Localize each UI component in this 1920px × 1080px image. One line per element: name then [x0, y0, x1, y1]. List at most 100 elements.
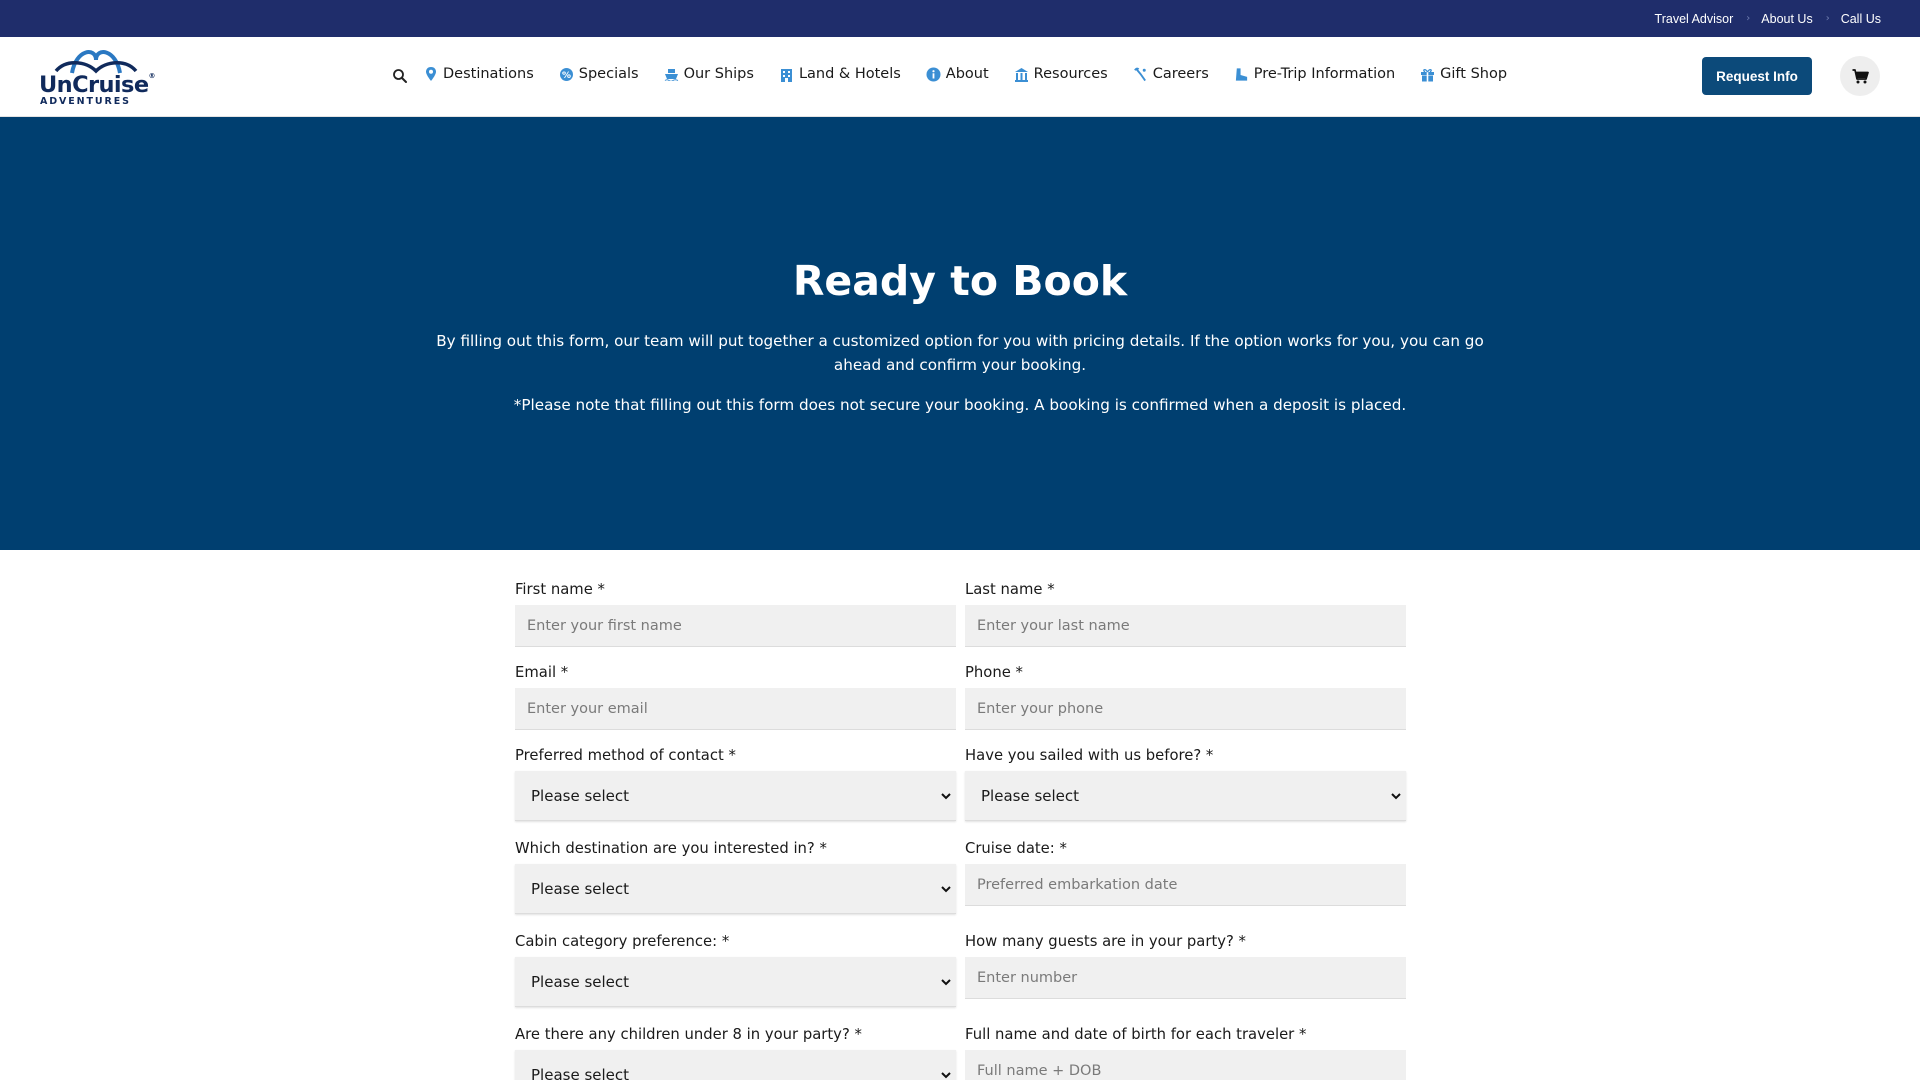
logo-mark-icon — [54, 50, 138, 74]
chevron-down-icon — [941, 1072, 951, 1079]
nav-label-careers: Careers — [1152, 66, 1209, 82]
boot-icon — [1234, 66, 1249, 82]
guests-field: How many guests are in your party? * — [965, 930, 1406, 1007]
children-label: Are there any children under 8 in your p… — [515, 1026, 862, 1043]
destination-label: Which destination are you interested in?… — [515, 840, 827, 857]
children-value: Please select — [531, 1065, 630, 1080]
utility-bar: Travel Advisor › About Us › Call Us — [0, 0, 1920, 37]
last-name-field: Last name * — [965, 578, 1406, 647]
info-icon — [926, 66, 941, 82]
nav-pre-trip-information[interactable]: Pre-Trip Information — [1234, 66, 1395, 82]
nav-resources[interactable]: Resources — [1014, 66, 1108, 82]
nav-label-about: About — [945, 66, 989, 82]
first-name-field: First name * — [515, 578, 956, 647]
sailed-before-field: Have you sailed with us before? * Please… — [965, 744, 1406, 821]
first-name-input[interactable] — [515, 605, 956, 647]
travelers-input[interactable] — [965, 1050, 1406, 1080]
sailed-before-label: Have you sailed with us before? * — [965, 747, 1214, 764]
form-row: Cabin category preference: * Please sele… — [515, 930, 1406, 1007]
guests-input[interactable] — [965, 957, 1406, 999]
nav-land-hotels[interactable]: Land & Hotels — [779, 66, 901, 82]
destination-value: Please select — [531, 879, 630, 898]
gift-icon — [1420, 66, 1435, 82]
travelers-field: Full name and date of birth for each tra… — [965, 1023, 1406, 1080]
sailed-before-value: Please select — [981, 786, 1080, 805]
form-row: Preferred method of contact * Please sel… — [515, 744, 1406, 821]
nav-gift-shop[interactable]: Gift Shop — [1420, 66, 1507, 82]
cart-button[interactable] — [1840, 56, 1880, 96]
site-header: UnCruise® ADVENTURES Destinations % Spec… — [0, 37, 1920, 117]
phone-label: Phone * — [965, 664, 1023, 681]
contact-method-select[interactable]: Please select — [515, 771, 956, 821]
hotel-icon — [779, 66, 794, 82]
form-row: Which destination are you interested in?… — [515, 837, 1406, 914]
nav-destinations[interactable]: Destinations — [423, 66, 534, 82]
nav-label-land-hotels: Land & Hotels — [798, 66, 901, 82]
hero-section: Ready to Book By filling out this form, … — [0, 117, 1920, 550]
map-pin-icon — [423, 66, 438, 82]
cart-icon — [1852, 68, 1869, 83]
travel-advisor-link[interactable]: Travel Advisor — [1655, 12, 1734, 26]
chevron-down-icon — [941, 886, 951, 893]
email-label: Email * — [515, 664, 569, 681]
children-select[interactable]: Please select — [515, 1050, 956, 1080]
tag-icon: % — [559, 66, 574, 82]
sailed-before-select[interactable]: Please select — [965, 771, 1406, 821]
cabin-category-field: Cabin category preference: * Please sele… — [515, 930, 956, 1007]
chevron-down-icon — [941, 793, 951, 800]
guests-label: How many guests are in your party? * — [965, 933, 1246, 950]
form-row: Are there any children under 8 in your p… — [515, 1023, 1406, 1080]
nav-careers[interactable]: Careers — [1133, 66, 1209, 82]
careers-icon — [1133, 66, 1148, 82]
resources-icon — [1014, 66, 1029, 82]
phone-input[interactable] — [965, 688, 1406, 730]
destination-select[interactable]: Please select — [515, 864, 956, 914]
breadcrumb-separator: › — [1825, 13, 1830, 24]
cabin-category-value: Please select — [531, 972, 630, 991]
contact-method-field: Preferred method of contact * Please sel… — [515, 744, 956, 821]
email-field: Email * — [515, 661, 956, 730]
booking-form: First name * Last name * Email * Phone *… — [515, 578, 1406, 1080]
nav-our-ships[interactable]: Our Ships — [664, 66, 754, 82]
nav-label-destinations: Destinations — [443, 66, 534, 82]
cabin-category-select[interactable]: Please select — [515, 957, 956, 1007]
phone-field: Phone * — [965, 661, 1406, 730]
email-input[interactable] — [515, 688, 956, 730]
contact-method-value: Please select — [531, 786, 630, 805]
cruise-date-input[interactable] — [965, 864, 1406, 906]
logo-registered-mark: ® — [148, 72, 155, 80]
breadcrumb-separator: › — [1746, 13, 1751, 24]
travelers-label: Full name and date of birth for each tra… — [965, 1026, 1307, 1043]
ship-icon — [664, 66, 679, 82]
nav-label-resources: Resources — [1033, 66, 1108, 82]
about-us-link[interactable]: About Us — [1761, 12, 1812, 26]
request-info-button[interactable]: Request Info — [1702, 57, 1812, 95]
main-nav: Destinations % Specials Our Ships Land &… — [392, 37, 1507, 111]
nav-specials[interactable]: % Specials — [559, 66, 639, 82]
chevron-down-icon — [1391, 793, 1401, 800]
hero-note: *Please note that filling out this form … — [513, 396, 1407, 414]
hero-description: By filling out this form, our team will … — [436, 332, 1484, 374]
contact-method-label: Preferred method of contact * — [515, 747, 736, 764]
page-title: Ready to Book — [792, 257, 1128, 305]
logo-subtitle: ADVENTURES — [40, 96, 131, 107]
last-name-input[interactable] — [965, 605, 1406, 647]
nav-label-gift-shop: Gift Shop — [1440, 66, 1508, 82]
form-row: First name * Last name * — [515, 578, 1406, 647]
nav-about[interactable]: About — [926, 66, 989, 82]
children-field: Are there any children under 8 in your p… — [515, 1023, 956, 1080]
last-name-label: Last name * — [965, 581, 1055, 598]
call-us-link[interactable]: Call Us — [1841, 12, 1881, 26]
cruise-date-field: Cruise date: * — [965, 837, 1406, 914]
search-icon[interactable] — [392, 68, 408, 84]
first-name-label: First name * — [515, 581, 605, 598]
svg-text:%: % — [562, 71, 571, 81]
uncruise-logo[interactable]: UnCruise® ADVENTURES — [38, 45, 156, 109]
utility-links: Travel Advisor › About Us › Call Us — [1655, 0, 1881, 37]
destination-field: Which destination are you interested in?… — [515, 837, 956, 914]
logo-wordmark: UnCruise — [39, 72, 149, 98]
nav-label-our-ships: Our Ships — [683, 66, 754, 82]
chevron-down-icon — [941, 979, 951, 986]
nav-label-specials: Specials — [578, 66, 639, 82]
cruise-date-label: Cruise date: * — [965, 840, 1067, 857]
